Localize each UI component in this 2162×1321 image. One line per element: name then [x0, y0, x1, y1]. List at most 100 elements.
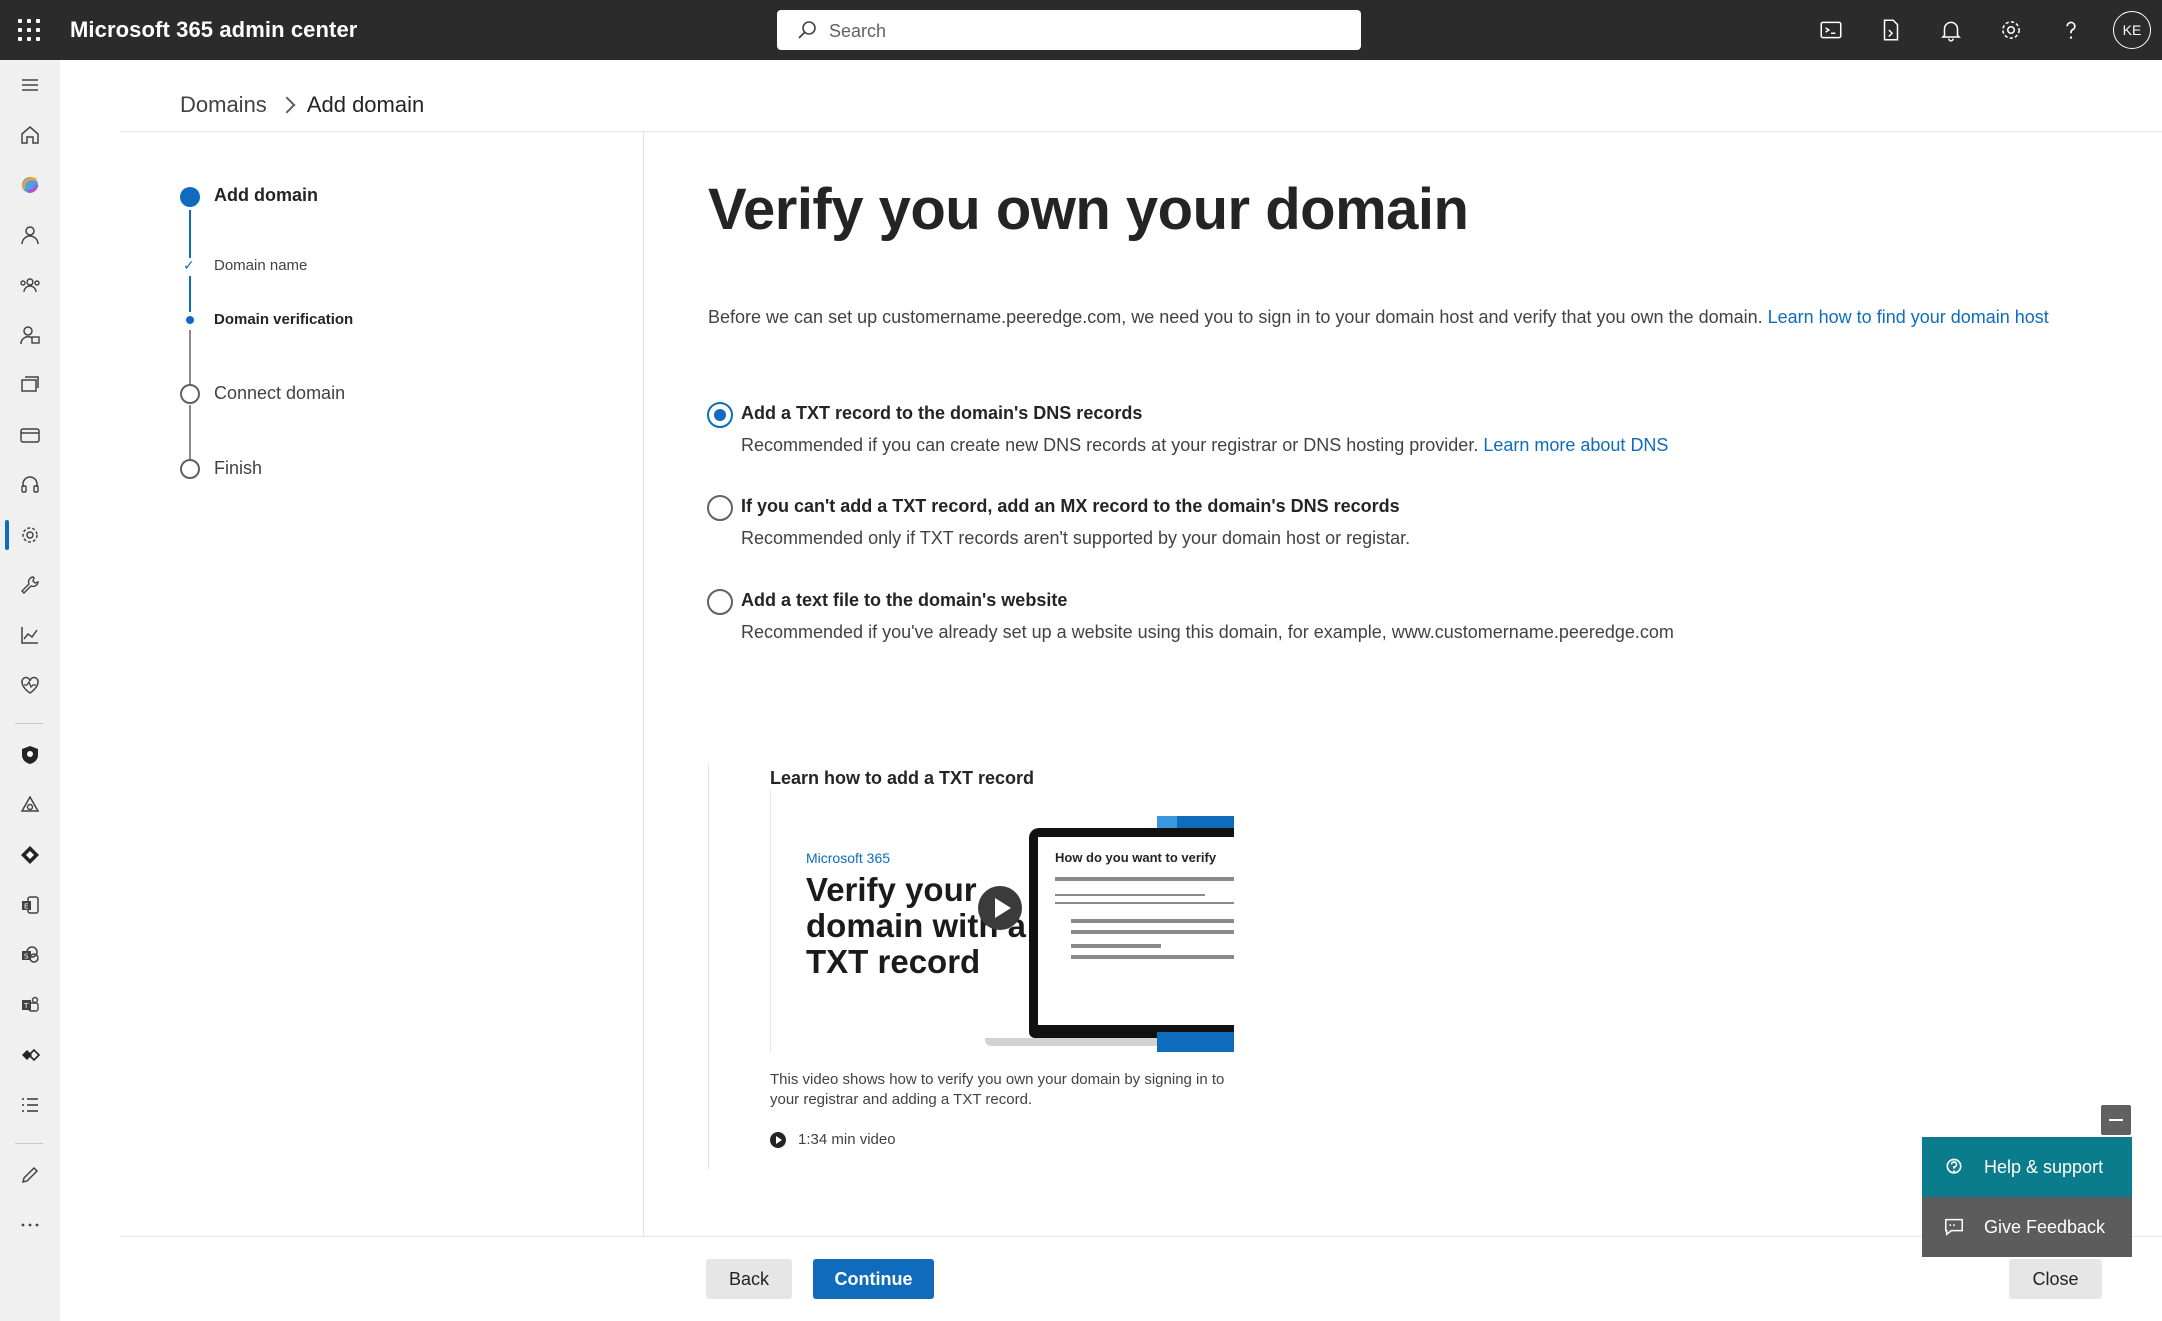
option-description: Recommended only if TXT records aren't s… — [741, 528, 1411, 548]
resources-icon[interactable] — [15, 370, 45, 400]
exchange-icon[interactable]: E — [15, 890, 45, 920]
option-text-file[interactable]: Add a text file to the domain's website … — [707, 589, 1807, 649]
screen-line — [1071, 955, 1234, 959]
rail-separator — [15, 1143, 43, 1144]
help-support-label: Help & support — [1984, 1156, 2104, 1177]
step-connector — [189, 330, 191, 384]
intro-body: Before we can set up customername.peered… — [708, 307, 1763, 327]
play-button-icon[interactable] — [978, 886, 1022, 930]
compliance-icon[interactable] — [15, 790, 45, 820]
help-support-button[interactable]: Help & support — [1922, 1137, 2132, 1197]
video-card: Learn how to add a TXT record How do you… — [708, 764, 1248, 1170]
video-thumbnail[interactable]: How do you want to verify Microsoft 365 … — [770, 790, 1234, 1052]
screen-title: How do you want to verify — [1055, 850, 1217, 865]
health-heart-icon[interactable] — [15, 670, 45, 700]
terminal-icon[interactable] — [1816, 15, 1846, 45]
substep-domain-name: Domain name — [214, 257, 308, 274]
radio-mx-record[interactable] — [707, 495, 733, 521]
sharepoint-icon[interactable]: S — [15, 940, 45, 970]
search-placeholder: Search — [829, 21, 887, 41]
reports-chart-icon[interactable] — [15, 620, 45, 650]
endpoint-manager-icon[interactable] — [15, 840, 45, 870]
screen-line — [1055, 877, 1234, 881]
screen-line — [1055, 894, 1205, 896]
svg-text:E: E — [24, 903, 28, 911]
teams-icon[interactable]: T — [15, 990, 45, 1020]
home-icon[interactable] — [15, 120, 45, 150]
option-description: Recommended if you've already set up a w… — [741, 622, 1674, 642]
feedback-chat-icon — [1942, 1215, 1966, 1239]
screen-line — [1071, 919, 1234, 923]
help-support-icon — [1942, 1155, 1966, 1179]
intro-text: Before we can set up customername.peered… — [708, 307, 2049, 328]
option-title: If you can't add a TXT record, add an MX… — [741, 496, 1400, 516]
step-connector — [189, 210, 191, 258]
find-domain-host-link[interactable]: Learn how to find your domain host — [1768, 307, 2049, 327]
video-length-text: 1:34 min video — [798, 1131, 896, 1148]
header-divider — [120, 131, 2162, 132]
setup-wrench-icon[interactable] — [15, 570, 45, 600]
menu-hamburger-icon[interactable] — [15, 70, 45, 100]
minimize-help-button[interactable] — [2101, 1105, 2131, 1135]
radio-txt-record[interactable] — [707, 402, 733, 428]
page-title: Verify you own your domain — [708, 177, 1469, 242]
app-title[interactable]: Microsoft 365 admin center — [70, 17, 357, 43]
step-pending-indicator — [180, 459, 200, 479]
substep-current-indicator — [186, 316, 194, 324]
option-description-text: Recommended if you can create new DNS re… — [741, 435, 1479, 455]
top-bar: Microsoft 365 admin center Search KE — [0, 0, 2162, 60]
option-title: Add a TXT record to the domain's DNS rec… — [741, 403, 1143, 423]
navigation-rail: E S T — [0, 60, 60, 1321]
settings-gear-icon[interactable] — [1996, 15, 2026, 45]
all-admin-centers-list-icon[interactable] — [15, 1090, 45, 1120]
video-description: This video shows how to verify you own y… — [770, 1071, 1225, 1108]
user-avatar[interactable]: KE — [2113, 11, 2151, 49]
screen-line — [1055, 902, 1234, 904]
help-question-icon[interactable] — [2056, 15, 2086, 45]
copilot-icon[interactable] — [15, 170, 45, 200]
breadcrumb-current: Add domain — [306, 92, 425, 117]
option-txt-record[interactable]: Add a TXT record to the domain's DNS rec… — [707, 402, 1807, 462]
support-headset-icon[interactable] — [15, 470, 45, 500]
settings-icon[interactable] — [15, 520, 45, 550]
video-heading: Learn how to add a TXT record — [770, 768, 1035, 788]
step-connector — [189, 405, 191, 459]
users-icon[interactable] — [15, 220, 45, 250]
document-icon[interactable] — [1876, 15, 1906, 45]
search-input[interactable]: Search — [777, 10, 1361, 50]
screen-line — [1071, 930, 1234, 934]
give-feedback-label: Give Feedback — [1984, 1216, 2106, 1237]
stepper-divider — [643, 132, 644, 1237]
screen-line — [1071, 944, 1161, 948]
step-finish: Finish — [214, 458, 263, 478]
play-circle-icon — [770, 1131, 786, 1148]
app-launcher-icon[interactable] — [18, 19, 40, 41]
roles-icon[interactable] — [15, 320, 45, 350]
continue-button[interactable]: Continue — [813, 1259, 934, 1299]
give-feedback-button[interactable]: Give Feedback — [1922, 1197, 2132, 1257]
step-current-indicator — [180, 187, 200, 207]
breadcrumb-domains-link[interactable]: Domains — [180, 92, 267, 118]
checkmark-icon: ✓ — [183, 257, 195, 273]
search-icon — [798, 21, 816, 39]
chevron-right-icon — [278, 96, 296, 114]
close-button[interactable]: Close — [2009, 1259, 2102, 1299]
security-shield-icon[interactable] — [15, 740, 45, 770]
teams-groups-icon[interactable] — [15, 270, 45, 300]
customize-pencil-icon[interactable] — [15, 1160, 45, 1190]
back-button[interactable]: Back — [706, 1259, 792, 1299]
option-description: Recommended if you can create new DNS re… — [741, 435, 1668, 456]
option-title: Add a text file to the domain's website — [741, 590, 1068, 610]
substep-domain-verification: Domain verification — [214, 311, 354, 328]
notifications-bell-icon[interactable] — [1936, 15, 1966, 45]
radio-text-file[interactable] — [707, 589, 733, 615]
more-ellipsis-icon[interactable] — [15, 1210, 45, 1240]
dynamics-icon[interactable] — [15, 1040, 45, 1070]
step-connector — [189, 276, 191, 312]
video-length[interactable]: 1:34 min video — [770, 1131, 896, 1148]
svg-text:T: T — [23, 1002, 29, 1010]
learn-more-dns-link[interactable]: Learn more about DNS — [1483, 435, 1668, 455]
billing-card-icon[interactable] — [15, 420, 45, 450]
option-mx-record[interactable]: If you can't add a TXT record, add an MX… — [707, 495, 1807, 555]
svg-text:S: S — [24, 953, 29, 961]
